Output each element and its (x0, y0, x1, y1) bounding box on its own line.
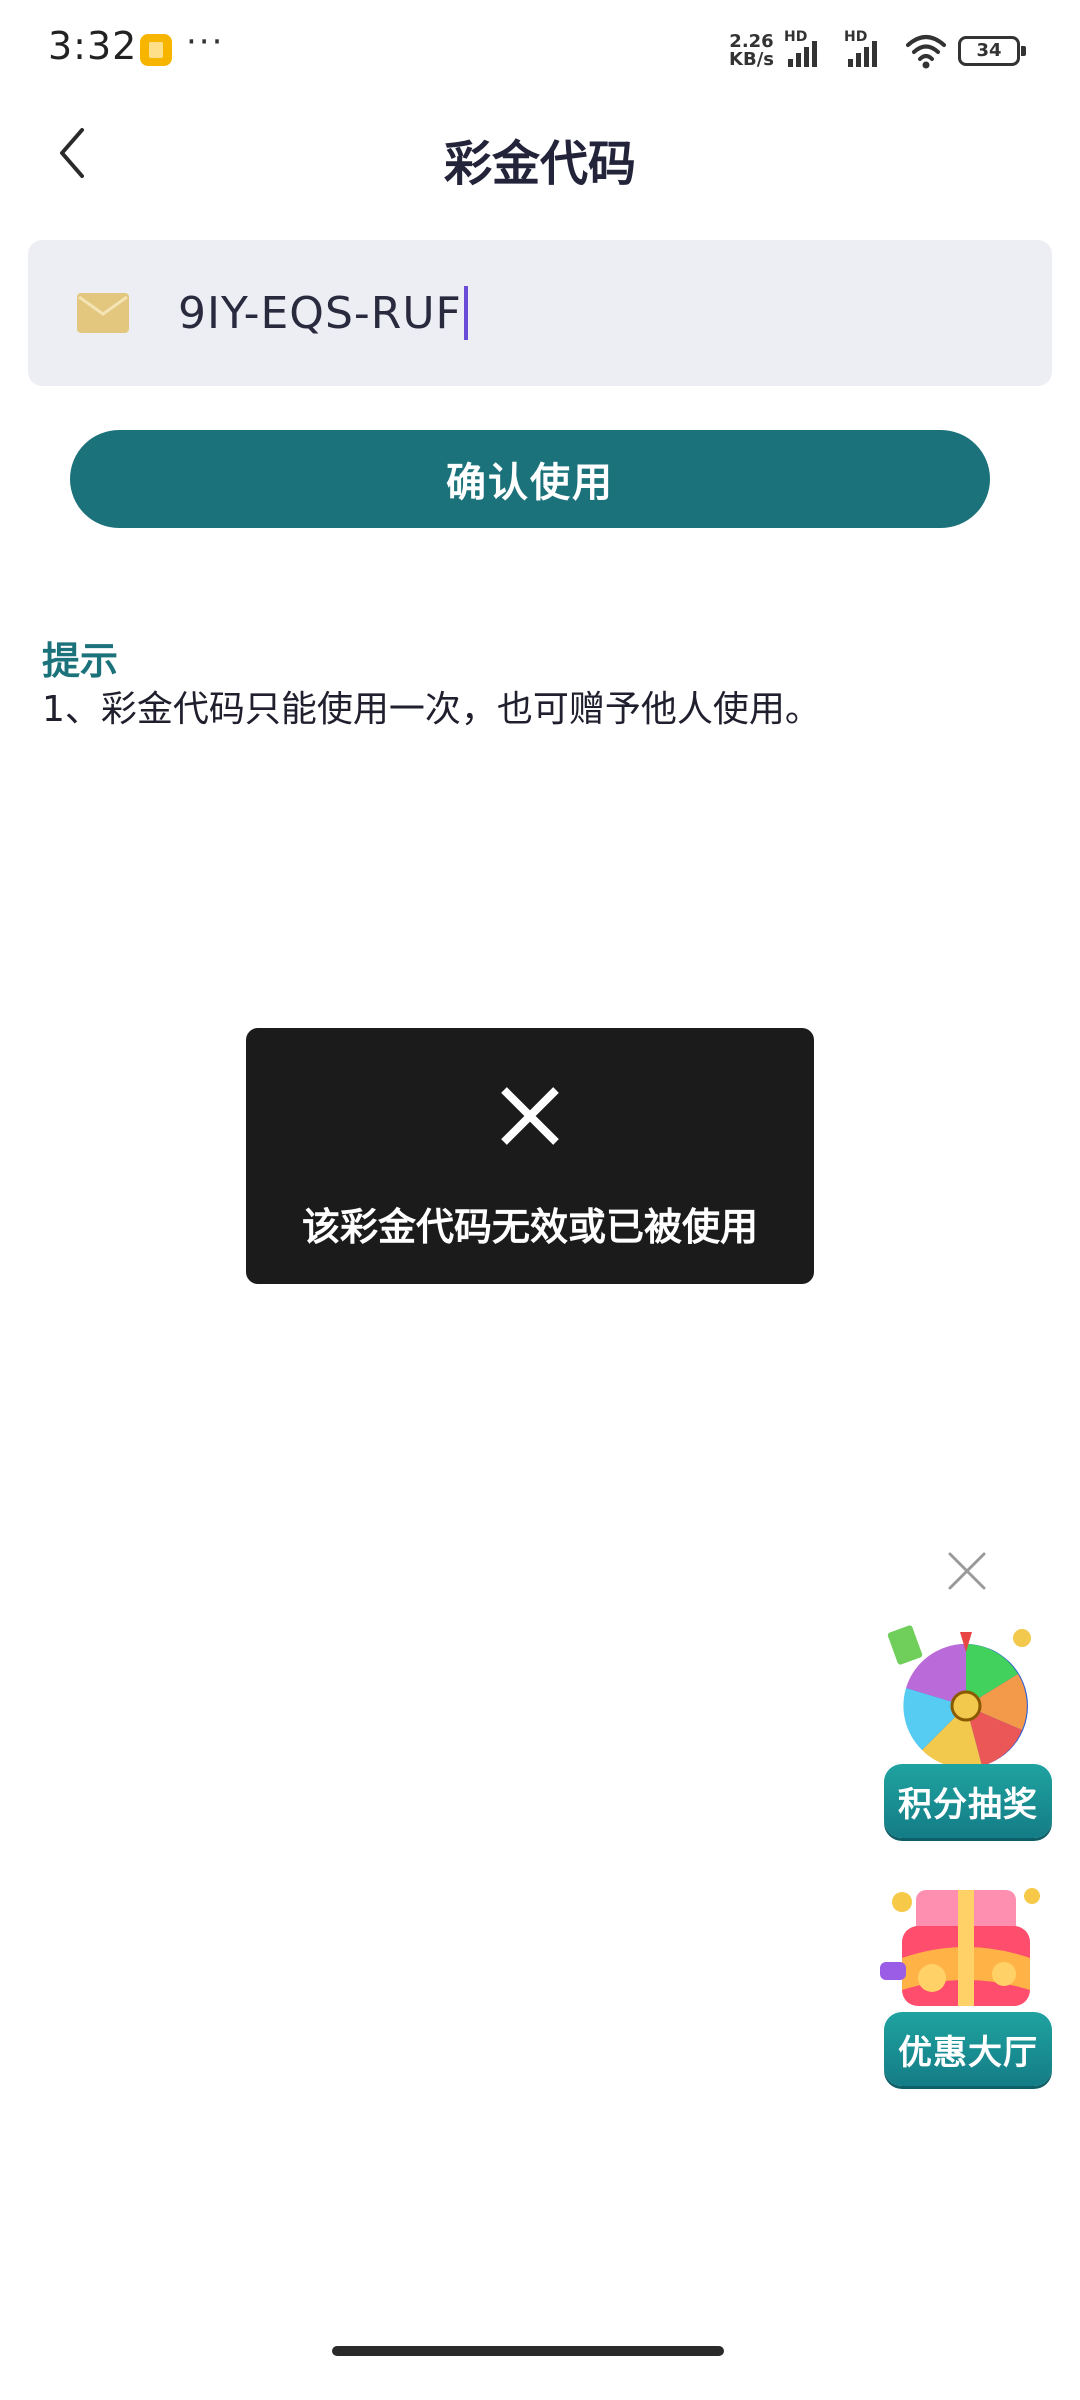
bonus-code-input[interactable]: 9IY-EQS-RUF (178, 270, 468, 356)
points-lottery-label: 积分抽奖 (884, 1764, 1052, 1838)
promo-hall-widget[interactable]: 优惠大厅 (872, 1866, 1058, 2086)
points-lottery-widget[interactable]: 积分抽奖 (872, 1618, 1058, 1838)
confirm-use-button[interactable]: 确认使用 (70, 430, 990, 528)
promo-hall-label: 优惠大厅 (884, 2012, 1052, 2086)
status-indicators: 2.26 KB/s HD HD 34 (729, 26, 1026, 76)
tip-item: 1、彩金代码只能使用一次，也可赠予他人使用。 (42, 689, 821, 730)
more-notifications-icon: ··· (186, 22, 225, 62)
envelope-icon (77, 293, 129, 333)
prize-wheel-icon (887, 1625, 1031, 1768)
text-caret (463, 286, 468, 340)
close-icon[interactable] (944, 1548, 990, 1594)
toast-message: 该彩金代码无效或已被使用 (301, 1205, 758, 1249)
page-title: 彩金代码 (443, 136, 636, 192)
status-bar: 3:32 ··· 2.26 KB/s HD HD 34 (0, 0, 1080, 100)
bonus-code-field[interactable]: 9IY-EQS-RUF (28, 240, 1052, 386)
app-notification-icon (140, 34, 172, 66)
close-x-icon (501, 1087, 559, 1145)
status-time: 3:32 (48, 24, 138, 68)
error-toast: 该彩金代码无效或已被使用 (246, 1028, 814, 1284)
signal-icon-2: HD (844, 29, 894, 71)
network-speed: 2.26 KB/s (729, 33, 774, 69)
page-header: 彩金代码 (0, 100, 1080, 210)
battery-icon: 34 (958, 36, 1026, 66)
gift-box-icon (880, 1888, 1040, 2006)
tips-title: 提示 (42, 639, 119, 683)
home-indicator[interactable] (332, 2346, 724, 2356)
network-speed-unit: KB/s (729, 49, 774, 70)
signal-icon: HD (784, 29, 834, 71)
bonus-code-value: 9IY-EQS-RUF (178, 287, 462, 339)
wifi-icon (906, 35, 946, 69)
